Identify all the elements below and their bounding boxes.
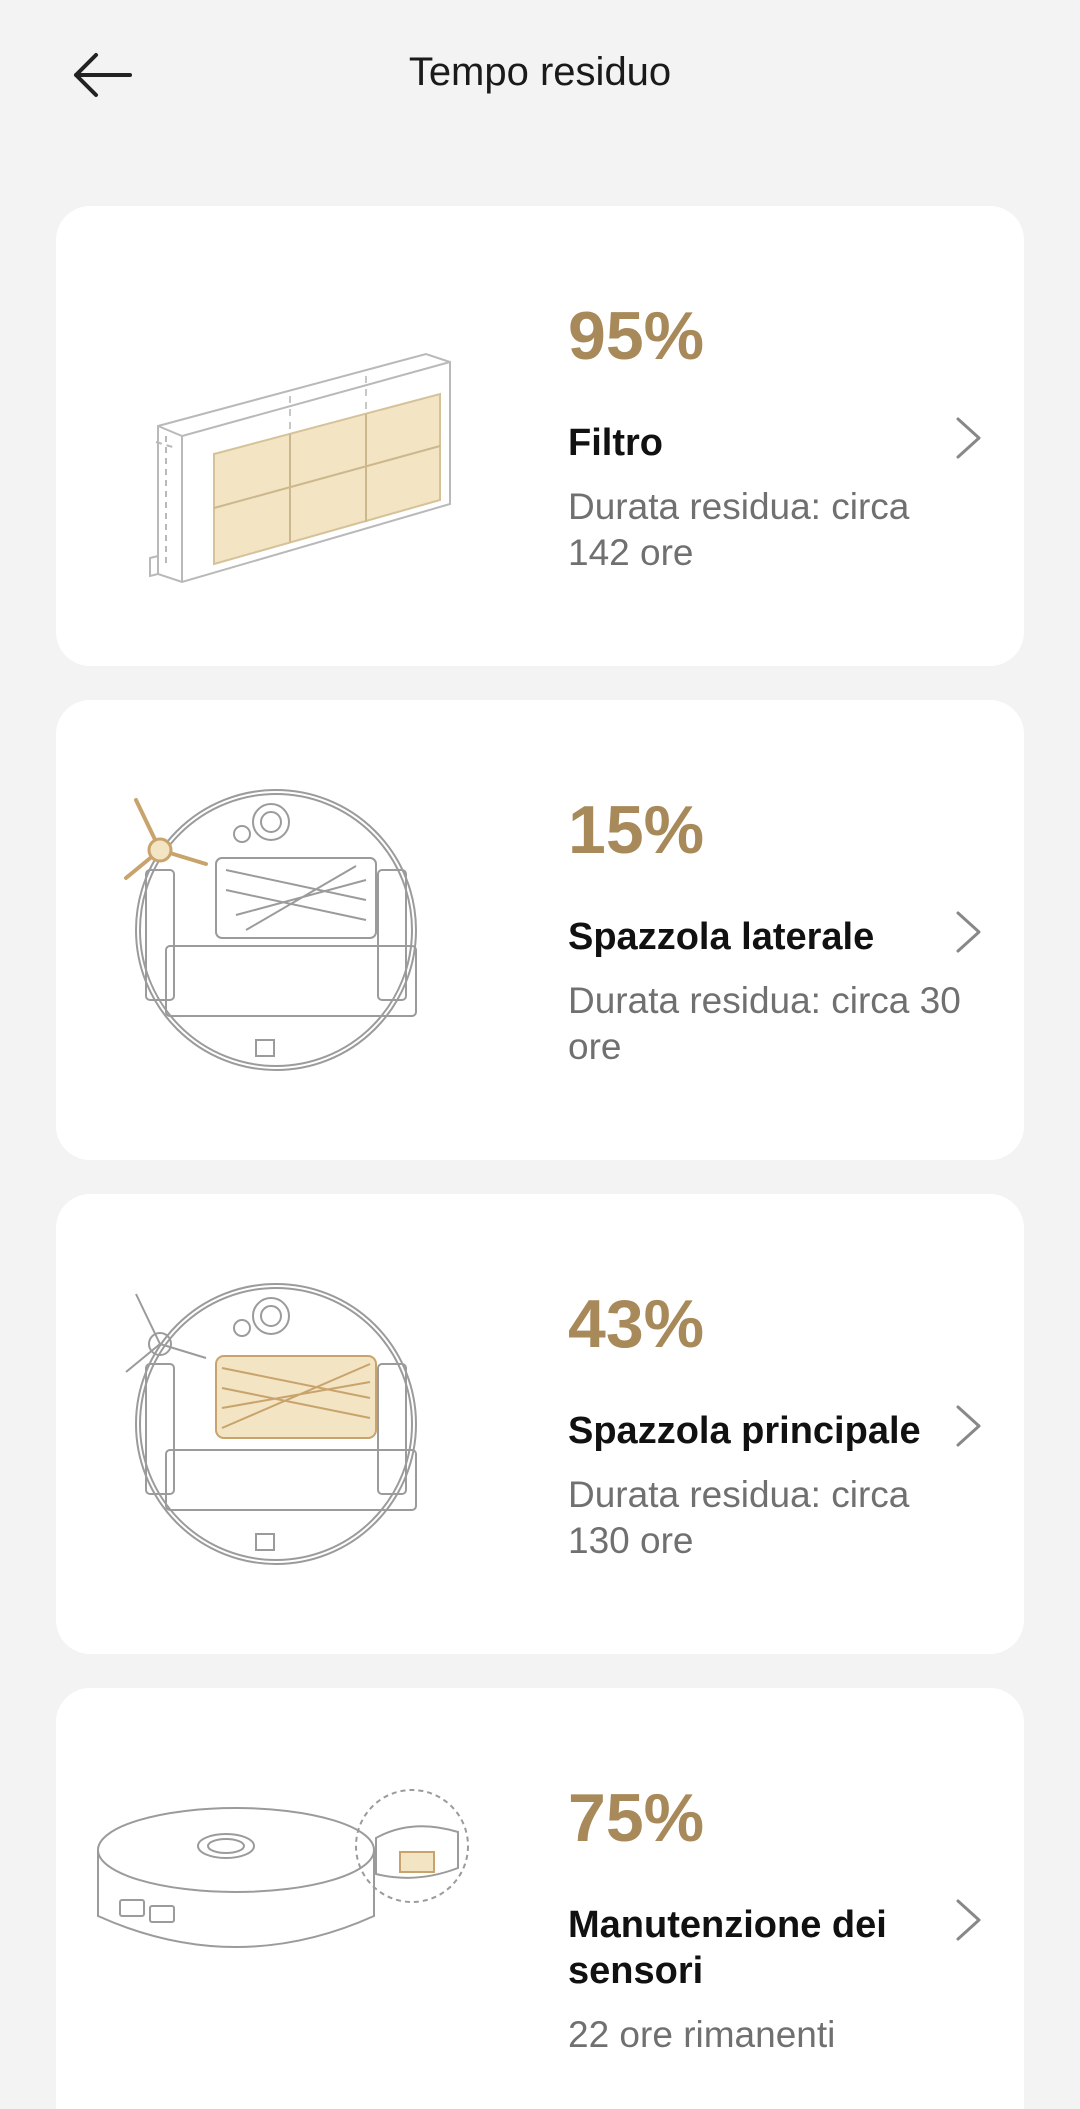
remaining-time: Durata residua: circa 130 ore bbox=[568, 1474, 910, 1561]
consumable-name: Spazzola laterale bbox=[568, 916, 875, 958]
remaining-time: Durata residua: circa 30 ore bbox=[568, 980, 961, 1067]
consumable-card-sensors[interactable]: 75% Manutenzione dei sensori 22 ore rima… bbox=[56, 1688, 1024, 2109]
consumable-name: Spazzola principale bbox=[568, 1410, 921, 1452]
consumable-card-filter[interactable]: 95% Filtro Durata residua: circa 142 ore bbox=[56, 206, 1024, 666]
remaining-time: Durata residua: circa 142 ore bbox=[568, 486, 910, 573]
remaining-percent: 95% bbox=[568, 298, 705, 374]
consumable-info: 15% Spazzola laterale Durata residua: ci… bbox=[568, 790, 978, 1070]
chevron-right-icon bbox=[956, 417, 981, 459]
remaining-time: 22 ore rimanenti bbox=[568, 2014, 836, 2055]
header: Tempo residuo bbox=[0, 0, 1080, 150]
consumable-name: Filtro bbox=[568, 422, 663, 464]
filter-illustration bbox=[96, 276, 536, 596]
consumable-card-side-brush[interactable]: 15% Spazzola laterale Durata residua: ci… bbox=[56, 700, 1024, 1160]
chevron-right-icon bbox=[956, 1899, 981, 1941]
consumable-name: Manutenzione dei sensori bbox=[568, 1904, 887, 1992]
remaining-percent: 75% bbox=[568, 1780, 705, 1856]
chevron-right-icon bbox=[956, 911, 981, 953]
consumable-info: 75% Manutenzione dei sensori 22 ore rima… bbox=[568, 1778, 978, 2058]
page-title: Tempo residuo bbox=[408, 50, 672, 94]
main-brush-illustration bbox=[96, 1264, 536, 1584]
remaining-percent: 15% bbox=[568, 792, 705, 868]
chevron-right-icon bbox=[956, 1405, 981, 1447]
consumables-screen: Tempo residuo 95% Filtro Durata residua:… bbox=[0, 0, 1080, 2109]
consumable-card-main-brush[interactable]: 43% Spazzola principale Durata residua: … bbox=[56, 1194, 1024, 1654]
side-brush-illustration bbox=[96, 770, 536, 1090]
consumable-info: 43% Spazzola principale Durata residua: … bbox=[568, 1284, 978, 1564]
sensor-illustration bbox=[96, 1788, 516, 2018]
remaining-percent: 43% bbox=[568, 1286, 705, 1362]
consumable-info: 95% Filtro Durata residua: circa 142 ore bbox=[568, 296, 978, 576]
